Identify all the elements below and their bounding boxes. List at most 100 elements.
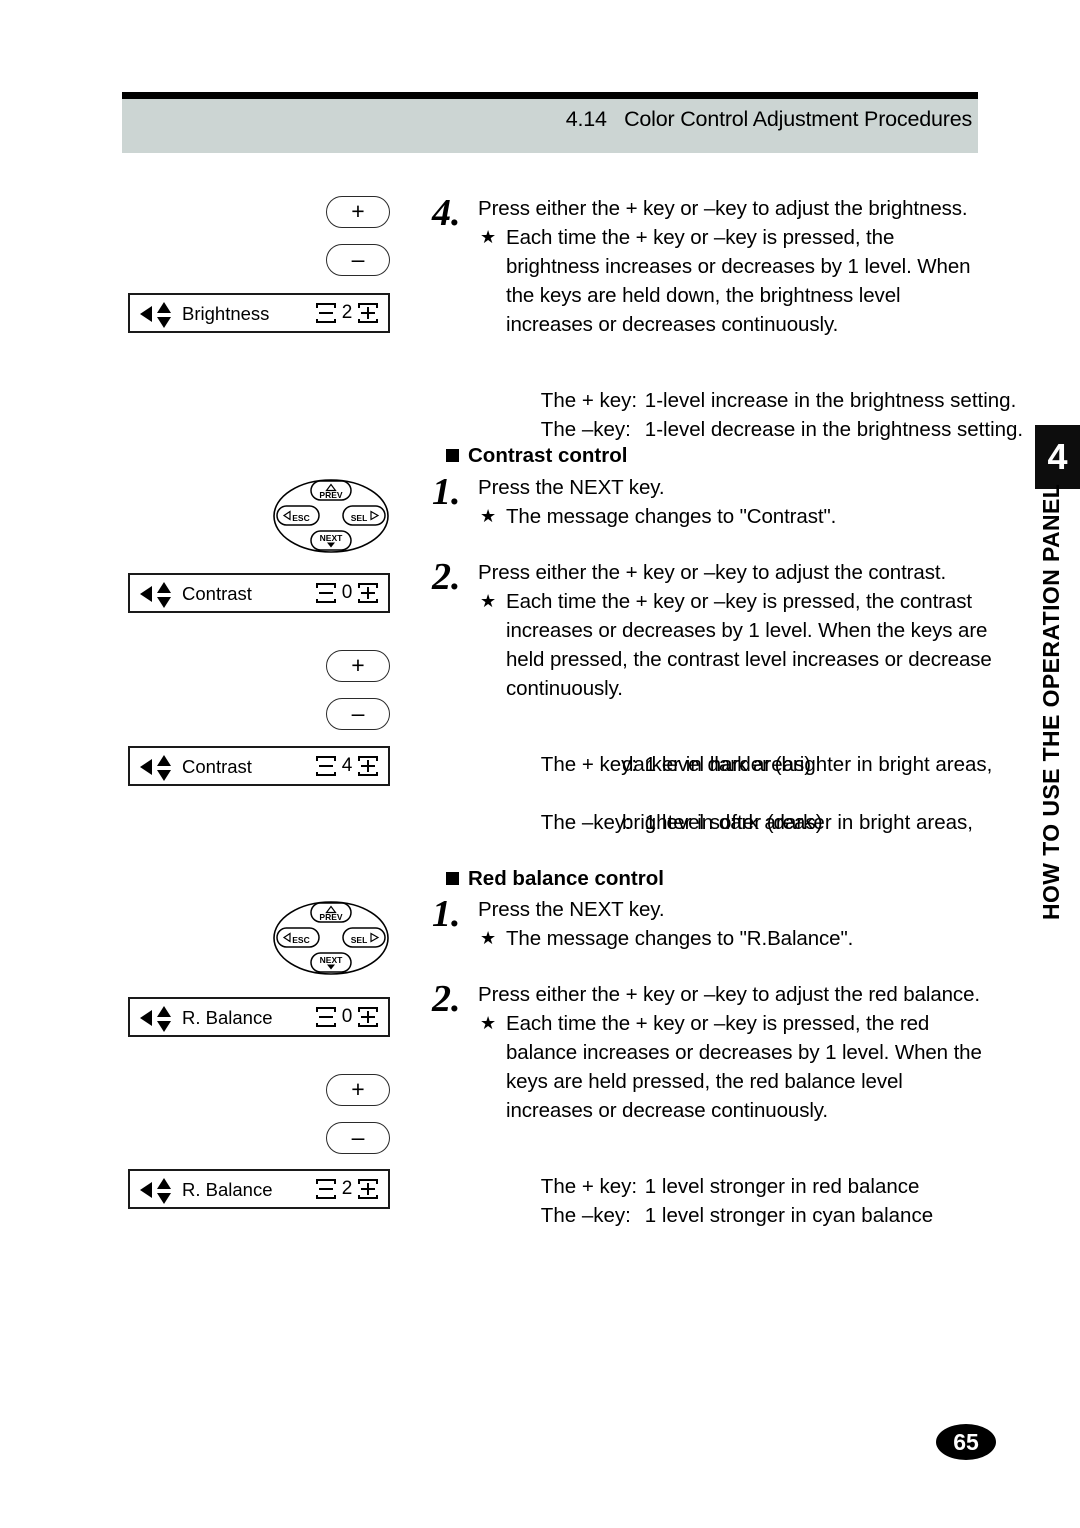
star-bullet-icon: ★: [480, 928, 497, 948]
up-down-triangle-icon: [156, 582, 172, 608]
minus-icon: –: [351, 1124, 365, 1150]
chapter-tab-number: 4: [1047, 436, 1068, 477]
contrast-minus-desc2: brighter in dark areas): [622, 811, 823, 834]
lcd-readout-contrast-0: 0: [316, 575, 378, 611]
bracket-plus-icon: [358, 303, 378, 324]
bracket-minus-icon: [316, 756, 336, 777]
lcd-value-brightness: 2: [341, 302, 353, 323]
plus-key-button-brightness[interactable]: +: [326, 196, 390, 228]
lcd-display-contrast-0: Contrast 0: [128, 573, 390, 613]
lcd-label-rbalance: R. Balance: [182, 1179, 273, 1200]
step-number: 2.: [432, 978, 461, 1020]
step-number: 1.: [432, 893, 461, 935]
lcd-display-rbalance-0: R. Balance 0: [128, 997, 390, 1037]
plus-key-button-contrast[interactable]: +: [326, 650, 390, 682]
svg-text:ESC: ESC: [292, 935, 309, 945]
step-redbalance-1-bullet: ★ The message changes to "R.Balance".: [478, 924, 992, 953]
step-number: 1.: [432, 471, 461, 513]
lcd-readout-contrast-4: 4: [316, 748, 378, 784]
svg-text:PREV: PREV: [319, 912, 342, 922]
contrast-plus-desc2: darker in dark areas): [622, 753, 812, 776]
step-contrast-2-line: Press either the + key or –key to adjust…: [478, 561, 947, 584]
bracket-plus-icon: [358, 583, 378, 604]
step-contrast-2-bullet-text: Each time the + key or –key is pressed, …: [506, 590, 992, 700]
step-contrast-1-bullet: ★ The message changes to "Contrast".: [478, 502, 992, 531]
lcd-label-contrast: Contrast: [182, 756, 252, 777]
step-redbalance-2-bullet-text: Each time the + key or –key is pressed, …: [506, 1012, 982, 1122]
section-heading-contrast: Contrast control: [446, 443, 627, 469]
left-triangle-icon: [140, 586, 152, 602]
up-down-triangle-icon: [156, 1006, 172, 1032]
step-contrast-1-bullet-text: The message changes to "Contrast".: [506, 505, 837, 528]
left-triangle-icon: [140, 306, 152, 322]
brightness-minus-desc: 1-level decrease in the brightness setti…: [644, 418, 1024, 441]
chapter-tab: 4: [1035, 425, 1080, 489]
minus-key-button-contrast[interactable]: –: [326, 698, 390, 730]
lcd-readout-rbalance-2: 2: [316, 1171, 378, 1207]
lcd-value-contrast-4: 4: [341, 755, 353, 776]
svg-text:SEL: SEL: [351, 935, 368, 945]
lcd-value-rbalance-2: 2: [341, 1178, 353, 1199]
step-redbalance-2-bullet: ★ Each time the + key or –key is pressed…: [478, 1009, 992, 1125]
chapter-vertical-label: HOW TO USE THE OPERATION PANEL: [1038, 483, 1064, 920]
lcd-label-rbalance: R. Balance: [182, 1007, 273, 1028]
step-redbalance-2-line: Press either the + key or –key to adjust…: [478, 983, 980, 1006]
step-redbalance-1-line: Press the NEXT key.: [478, 898, 665, 921]
redbalance-minus-label: The –key:: [540, 1204, 631, 1227]
up-down-triangle-icon: [156, 302, 172, 328]
up-down-triangle-icon: [156, 1178, 172, 1204]
lcd-display-rbalance-2: R. Balance 2: [128, 1169, 390, 1209]
left-triangle-icon: [140, 1010, 152, 1026]
instruction-text-column: 4. Press either the + key or –key to adj…: [432, 0, 1023, 1528]
star-bullet-icon: ★: [480, 1013, 497, 1033]
bracket-plus-icon: [358, 1179, 378, 1200]
lcd-readout-brightness: 2: [316, 295, 378, 331]
lcd-label-brightness: Brightness: [182, 303, 270, 324]
lcd-label-contrast: Contrast: [182, 583, 252, 604]
plus-icon: +: [351, 198, 365, 224]
lcd-display-contrast-4: Contrast 4: [128, 746, 390, 786]
up-down-triangle-icon: [156, 755, 172, 781]
section-heading-redbalance-text: Red balance control: [468, 867, 664, 890]
section-heading-contrast-text: Contrast control: [468, 444, 628, 467]
lcd-value-contrast-0: 0: [341, 582, 353, 603]
plus-icon: +: [351, 1076, 365, 1102]
svg-text:NEXT: NEXT: [320, 955, 343, 965]
redbalance-minus-keyline: The –key: 1 level stronger in cyan balanc…: [518, 1172, 933, 1259]
keypad-diagram-redbalance: PREV ESC SEL NEXT: [271, 899, 391, 977]
star-bullet-icon: ★: [480, 227, 497, 247]
star-bullet-icon: ★: [480, 591, 497, 611]
step-number: 4.: [432, 192, 461, 234]
step-redbalance-1-bullet-text: The message changes to "R.Balance".: [506, 927, 854, 950]
step-brightness-bullet-text: Each time the + key or –key is pressed, …: [506, 226, 971, 336]
square-bullet-icon: [446, 872, 459, 885]
bracket-plus-icon: [358, 1007, 378, 1028]
bracket-plus-icon: [358, 756, 378, 777]
section-heading-redbalance: Red balance control: [446, 866, 664, 892]
star-bullet-icon: ★: [480, 506, 497, 526]
svg-text:ESC: ESC: [292, 513, 309, 523]
svg-text:SEL: SEL: [351, 513, 368, 523]
minus-icon: –: [351, 246, 365, 272]
plus-icon: +: [351, 652, 365, 678]
keypad-diagram-contrast: PREV ESC SEL NEXT: [271, 477, 391, 555]
keypad-svg: PREV ESC SEL NEXT: [273, 901, 389, 975]
step-brightness-bullet: ★ Each time the + key or –key is pressed…: [478, 223, 992, 339]
plus-key-button-rbalance[interactable]: +: [326, 1074, 390, 1106]
minus-icon: –: [351, 700, 365, 726]
bracket-minus-icon: [316, 1007, 336, 1028]
brightness-minus-label: The –key:: [540, 418, 631, 441]
bracket-minus-icon: [316, 303, 336, 324]
lcd-value-rbalance-0: 0: [341, 1006, 353, 1027]
left-triangle-icon: [140, 759, 152, 775]
illustration-column: + – Brightness 2 PREV ESC SEL NEXT Contr…: [0, 0, 430, 1528]
minus-key-button-rbalance[interactable]: –: [326, 1122, 390, 1154]
step-brightness-line: Press either the + key or –key to adjust…: [478, 197, 968, 220]
step-number: 2.: [432, 556, 461, 598]
step-contrast-1-line: Press the NEXT key.: [478, 476, 665, 499]
minus-key-button-brightness[interactable]: –: [326, 244, 390, 276]
step-contrast-2-bullet: ★ Each time the + key or –key is pressed…: [478, 587, 992, 703]
left-triangle-icon: [140, 1182, 152, 1198]
lcd-readout-rbalance-0: 0: [316, 999, 378, 1035]
lcd-display-brightness: Brightness 2: [128, 293, 390, 333]
